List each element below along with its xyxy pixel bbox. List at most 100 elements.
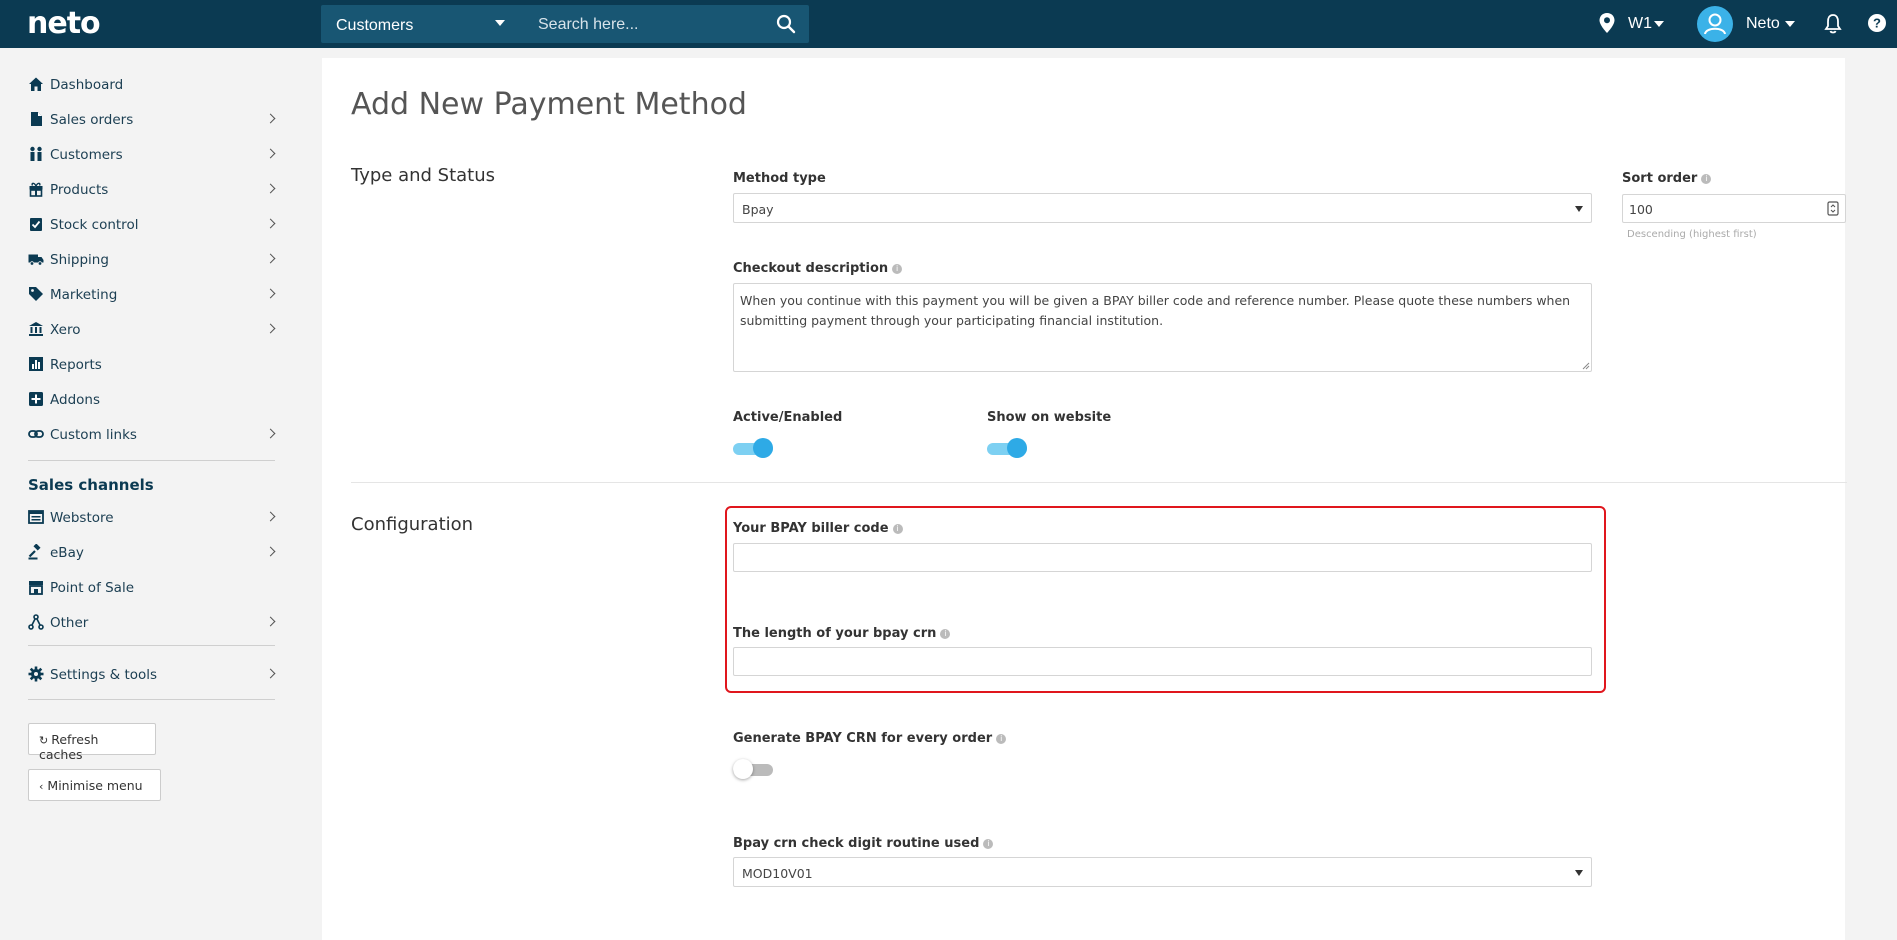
search-icon[interactable]	[776, 14, 796, 34]
sort-order-input[interactable]: 100	[1622, 194, 1846, 223]
caret-down-icon	[495, 20, 505, 26]
gear-icon	[28, 666, 44, 682]
chevron-right-icon	[265, 428, 276, 439]
clipboard-check-icon	[30, 218, 42, 231]
check-digit-select[interactable]: MOD10V01	[733, 857, 1592, 887]
page-title: Add New Payment Method	[351, 87, 747, 122]
checkout-description-value: When you continue with this payment you …	[740, 293, 1571, 328]
sidebar-item-label: Xero	[50, 322, 81, 338]
resize-handle-icon[interactable]	[1581, 361, 1590, 370]
crn-length-input[interactable]	[733, 647, 1592, 676]
sidebar-item-label: Other	[50, 615, 89, 631]
section-divider	[351, 482, 1847, 483]
refresh-caches-button[interactable]: ↻ Refresh caches	[28, 723, 156, 762]
chevron-right-icon	[265, 323, 276, 334]
sidebar-divider	[28, 645, 275, 646]
show-on-website-toggle[interactable]	[987, 438, 1027, 458]
generate-crn-toggle[interactable]	[733, 759, 773, 779]
sidebar-item-webstore[interactable]: Webstore	[28, 503, 276, 533]
sidebar-item-label: Settings & tools	[50, 667, 158, 683]
sidebar-item-label: eBay	[50, 545, 84, 561]
sidebar-item-label: Marketing	[50, 287, 118, 303]
biller-code-input[interactable]	[733, 543, 1592, 572]
sidebar-item-settings-tools[interactable]: Settings & tools	[28, 660, 276, 690]
sidebar-item-dashboard[interactable]: Dashboard	[28, 70, 274, 100]
toggle-knob	[753, 438, 773, 458]
check-digit-value: MOD10V01	[742, 866, 813, 881]
chevron-right-icon	[265, 616, 276, 627]
sidebar-divider	[28, 460, 275, 461]
sort-order-value: 100	[1629, 202, 1653, 217]
main-panel	[322, 58, 1845, 940]
chevron-right-icon	[265, 668, 276, 679]
crn-length-label-text: The length of your bpay crn	[733, 626, 937, 641]
search-input[interactable]: Search here...	[532, 5, 762, 43]
checkout-description-label: Checkout description i	[733, 261, 903, 276]
bell-icon[interactable]	[1824, 13, 1842, 35]
location-selector[interactable]: W1	[1628, 15, 1652, 33]
sidebar-item-addons[interactable]: Addons	[28, 385, 274, 415]
sidebar-item-stock-control[interactable]: Stock control	[28, 210, 276, 240]
method-type-select[interactable]: Bpay	[733, 193, 1592, 223]
sidebar-item-xero[interactable]: Xero	[28, 315, 276, 345]
map-pin-icon[interactable]	[1598, 12, 1616, 34]
sidebar-item-ebay[interactable]: eBay	[28, 538, 276, 568]
sidebar-item-label: Stock control	[50, 217, 139, 233]
sidebar-item-products[interactable]: Products	[28, 175, 276, 205]
chevron-right-icon	[265, 546, 276, 557]
sidebar-item-label: Sales orders	[50, 112, 134, 128]
share-icon	[28, 614, 44, 630]
user-icon	[1704, 13, 1726, 35]
generate-crn-label: Generate BPAY CRN for every order i	[733, 731, 1007, 746]
number-stepper-icon[interactable]	[1827, 201, 1839, 216]
info-icon[interactable]: i	[1701, 173, 1712, 184]
sidebar-item-label: Products	[50, 182, 109, 198]
search-scope-dropdown[interactable]: Customers	[321, 5, 519, 43]
sidebar-item-point-of-sale[interactable]: Point of Sale	[28, 573, 274, 603]
info-icon[interactable]: i	[940, 628, 951, 639]
store-icon	[29, 581, 43, 595]
caret-down-icon	[1654, 21, 1664, 27]
chevron-right-icon	[265, 288, 276, 299]
sidebar-item-shipping[interactable]: Shipping	[28, 245, 276, 275]
svg-text:?: ?	[1873, 16, 1881, 31]
sidebar-item-marketing[interactable]: Marketing	[28, 280, 276, 310]
sidebar-item-label: Shipping	[50, 252, 109, 268]
info-icon[interactable]: i	[892, 523, 903, 534]
sales-channels-heading: Sales channels	[28, 476, 154, 494]
info-icon[interactable]: i	[996, 733, 1007, 744]
neto-logo[interactable]: neto	[27, 6, 101, 41]
chevron-right-icon	[265, 218, 276, 229]
caret-down-icon	[1575, 870, 1583, 876]
sidebar-item-reports[interactable]: Reports	[28, 350, 274, 380]
sidebar-item-label: Customers	[50, 147, 123, 163]
checkout-description-label-text: Checkout description	[733, 261, 889, 276]
sidebar-item-custom-links[interactable]: Custom links	[28, 420, 276, 450]
minimise-menu-button[interactable]: ‹ Minimise menu	[28, 769, 161, 801]
minimise-menu-label: Minimise menu	[47, 778, 143, 793]
active-enabled-label: Active/Enabled	[733, 410, 843, 425]
sidebar-item-other[interactable]: Other	[28, 608, 276, 638]
link-icon	[28, 430, 44, 438]
check-digit-label-text: Bpay crn check digit routine used	[733, 836, 980, 851]
info-icon[interactable]: i	[892, 263, 903, 274]
toggle-knob	[733, 759, 753, 779]
sort-order-label: Sort order i	[1622, 171, 1712, 186]
people-icon	[30, 146, 42, 161]
active-enabled-toggle[interactable]	[733, 438, 773, 458]
sidebar-item-label: Custom links	[50, 427, 137, 443]
user-menu[interactable]: Neto	[1746, 15, 1780, 33]
chevron-right-icon	[265, 511, 276, 522]
user-avatar[interactable]	[1697, 6, 1733, 42]
method-type-label: Method type	[733, 171, 826, 186]
sidebar-item-sales-orders[interactable]: Sales orders	[28, 105, 276, 135]
toggle-knob	[1007, 438, 1027, 458]
generate-crn-label-text: Generate BPAY CRN for every order	[733, 731, 993, 746]
sidebar-item-customers[interactable]: Customers	[28, 140, 276, 170]
checkout-description-textarea[interactable]: When you continue with this payment you …	[733, 283, 1592, 372]
search-scope-label: Customers	[336, 17, 414, 34]
sidebar-item-label: Addons	[50, 392, 100, 408]
info-icon[interactable]: i	[983, 838, 994, 849]
caret-down-icon	[1785, 21, 1795, 27]
help-icon[interactable]: ?	[1867, 13, 1887, 33]
